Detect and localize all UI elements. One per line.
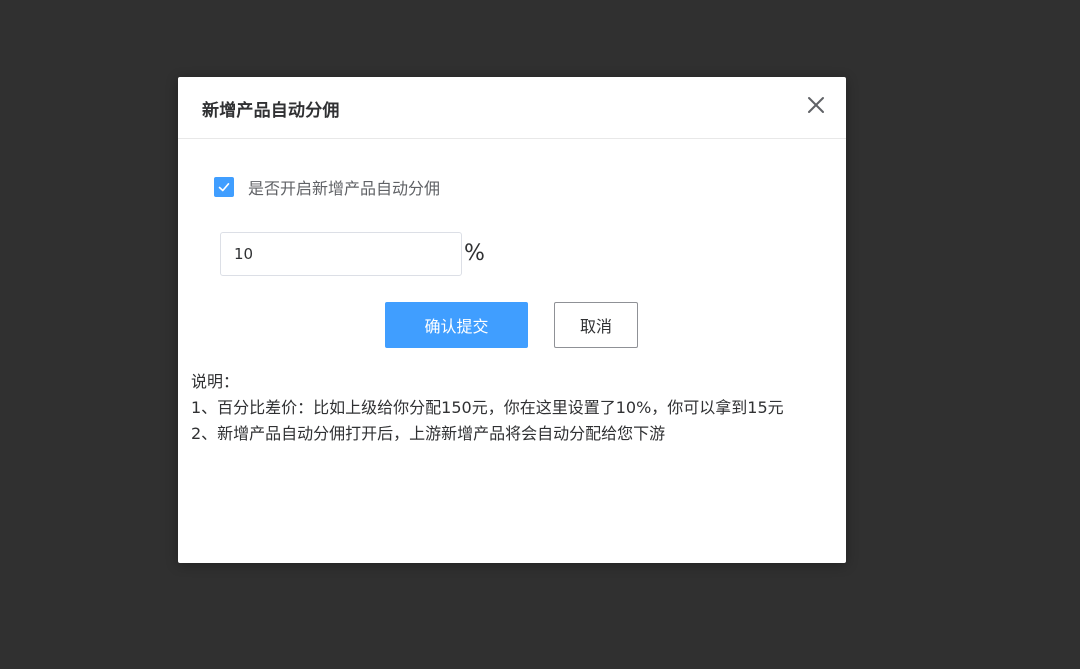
enable-auto-commission-checkbox-row[interactable]: 是否开启新增产品自动分佣 bbox=[214, 175, 440, 199]
dialog: 新增产品自动分佣 是否开启新增产品自动分佣 % 确认提交 取消 说明： 1、百分… bbox=[178, 77, 846, 563]
enable-auto-commission-label: 是否开启新增产品自动分佣 bbox=[248, 179, 441, 198]
commission-percent-input[interactable] bbox=[220, 232, 462, 276]
dialog-header: 新增产品自动分佣 bbox=[178, 77, 846, 139]
check-icon bbox=[218, 182, 230, 192]
notes-heading: 说明： bbox=[191, 372, 240, 391]
percent-unit: % bbox=[464, 241, 485, 266]
notes-line-2: 2、新增产品自动分佣打开后，上游新增产品将会自动分配给您下游 bbox=[191, 424, 666, 443]
notes-line-1: 1、百分比差价：比如上级给你分配150元，你在这里设置了10%，你可以拿到15元 bbox=[191, 398, 784, 417]
close-icon[interactable] bbox=[806, 95, 826, 115]
dialog-title: 新增产品自动分佣 bbox=[202, 101, 340, 121]
cancel-button[interactable]: 取消 bbox=[554, 302, 638, 348]
confirm-submit-button[interactable]: 确认提交 bbox=[385, 302, 528, 348]
enable-auto-commission-checkbox[interactable] bbox=[214, 177, 234, 197]
notes: 说明： 1、百分比差价：比如上级给你分配150元，你在这里设置了10%，你可以拿… bbox=[191, 369, 784, 447]
